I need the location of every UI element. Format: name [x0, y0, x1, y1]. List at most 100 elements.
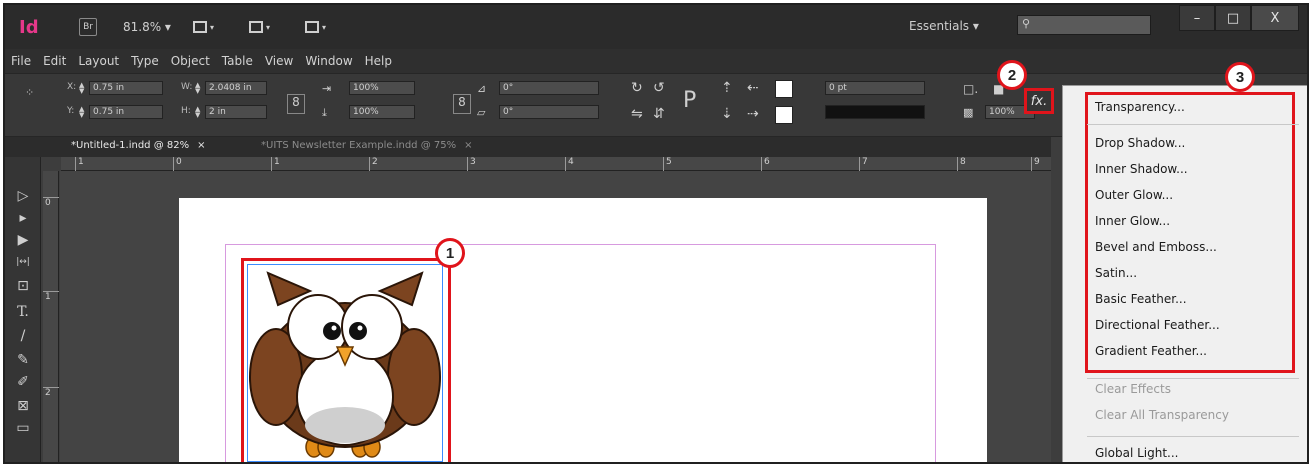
scale-x-field[interactable]: 100%: [349, 81, 415, 95]
tab-close-icon[interactable]: ×: [197, 140, 205, 151]
stroke-swatch-icon[interactable]: [775, 106, 793, 124]
scale-x-icon: ⇥: [322, 82, 332, 95]
effects-menu: Transparency... Drop Shadow... Inner Sha…: [1062, 85, 1307, 462]
constrain-proportions-icon[interactable]: 8: [287, 94, 305, 114]
rotation-field[interactable]: 0°: [499, 81, 599, 95]
gap-tool-icon[interactable]: |↔|: [14, 253, 32, 271]
type-tool-icon[interactable]: T.: [14, 303, 32, 321]
menu-item-satin[interactable]: Satin...: [1095, 266, 1137, 280]
window-controls: – □ X: [1179, 5, 1299, 31]
rectangle-frame-tool-icon[interactable]: ⊠: [14, 397, 32, 415]
reference-point-icon[interactable]: ⁘: [25, 86, 34, 99]
menu-item-basic-feather[interactable]: Basic Feather...: [1095, 292, 1187, 306]
selection-tool-icon[interactable]: ▷: [14, 187, 32, 205]
menu-item-gradient-feather[interactable]: Gradient Feather...: [1095, 344, 1207, 358]
menu-layout[interactable]: Layout: [78, 54, 119, 68]
x-spinner[interactable]: ▲ ▼: [79, 82, 87, 95]
content-collector-icon[interactable]: ⊡: [14, 277, 32, 295]
horizontal-ruler: 1 0 1 2 3 4 5 6 7 8 9: [61, 157, 1051, 171]
menu-object[interactable]: Object: [171, 54, 210, 68]
ruler-tick: 0: [173, 157, 182, 171]
shear-icon: ▱: [477, 106, 486, 119]
h-field[interactable]: 2 in: [205, 105, 267, 119]
ruler-tick: 5: [663, 157, 672, 171]
x-label: X:: [67, 82, 77, 92]
document-page[interactable]: 1: [179, 198, 987, 462]
w-field[interactable]: 2.0408 in: [205, 81, 267, 95]
rotate-icon: ⊿: [477, 82, 487, 95]
menu-item-inner-glow[interactable]: Inner Glow...: [1095, 214, 1170, 228]
rectangle-tool-icon[interactable]: ▭: [14, 419, 32, 437]
menu-table[interactable]: Table: [222, 54, 253, 68]
tab-close-icon[interactable]: ×: [464, 140, 472, 151]
search-input[interactable]: ⚲: [1017, 15, 1151, 35]
flip-vertical-icon[interactable]: ⇵: [653, 106, 665, 122]
menu-edit[interactable]: Edit: [43, 54, 66, 68]
y-field[interactable]: 0.75 in: [89, 105, 163, 119]
ruler-tick: 8: [957, 157, 966, 171]
select-previous-icon[interactable]: ⇠: [747, 80, 759, 96]
ruler-tick: 4: [565, 157, 574, 171]
menu-item-global-light[interactable]: Global Light...: [1095, 446, 1178, 460]
menu-divider: [1087, 124, 1299, 125]
select-container-icon[interactable]: ⇡: [721, 80, 733, 96]
constrain-scale-icon[interactable]: 8: [453, 94, 471, 114]
page-tool-icon[interactable]: ▶: [14, 231, 32, 249]
shear-field[interactable]: 0°: [499, 105, 599, 119]
p-reference-icon: P: [683, 88, 697, 113]
w-spinner[interactable]: ▲ ▼: [195, 82, 203, 95]
scale-y-field[interactable]: 100%: [349, 105, 415, 119]
h-spinner[interactable]: ▲ ▼: [195, 106, 203, 119]
menu-item-drop-shadow[interactable]: Drop Shadow...: [1095, 136, 1185, 150]
stroke-type-dropdown[interactable]: [825, 105, 925, 119]
direct-selection-tool-icon[interactable]: ▸: [14, 209, 32, 227]
rotate-cw-icon[interactable]: ↻: [631, 80, 643, 96]
arrange-documents-icon[interactable]: ▾: [304, 18, 339, 36]
indesign-window: Id Br 81.8% ▾ ▾ ▾ ▾ Essentials ▾ ⚲ – □ X…: [3, 3, 1309, 464]
pencil-tool-icon[interactable]: ✐: [14, 373, 32, 391]
y-spinner[interactable]: ▲ ▼: [79, 106, 87, 119]
menu-item-inner-shadow[interactable]: Inner Shadow...: [1095, 162, 1188, 176]
bridge-button[interactable]: Br: [79, 18, 97, 36]
menu-item-clear-all-transparency: Clear All Transparency: [1095, 408, 1229, 422]
fill-swatch-icon[interactable]: [775, 80, 793, 98]
menu-window[interactable]: Window: [305, 54, 352, 68]
stroke-weight-field[interactable]: 0 pt: [825, 81, 925, 95]
select-next-icon[interactable]: ⇢: [747, 106, 759, 122]
x-field[interactable]: 0.75 in: [89, 81, 163, 95]
pasteboard: 1: [60, 171, 1051, 462]
screen-mode-icon[interactable]: ▾: [248, 18, 283, 36]
ruler-tick: 1: [43, 291, 59, 302]
fx-effects-button[interactable]: fx.: [1024, 88, 1054, 114]
menu-item-bevel-emboss[interactable]: Bevel and Emboss...: [1095, 240, 1217, 254]
callout-3: 3: [1225, 62, 1255, 92]
menu-type[interactable]: Type: [131, 54, 159, 68]
scale-y-icon: ⤓: [322, 106, 327, 119]
menu-item-transparency[interactable]: Transparency...: [1095, 100, 1185, 114]
zoom-dropdown[interactable]: 81.8% ▾: [123, 20, 171, 34]
menu-view[interactable]: View: [265, 54, 293, 68]
view-options-icon[interactable]: ▾: [192, 18, 227, 36]
minimize-button[interactable]: –: [1179, 5, 1215, 31]
flip-horizontal-icon[interactable]: ⇋: [631, 106, 643, 122]
image-bounding-box[interactable]: [247, 264, 443, 462]
menu-item-outer-glow[interactable]: Outer Glow...: [1095, 188, 1173, 202]
menu-file[interactable]: File: [11, 54, 31, 68]
line-tool-icon[interactable]: /: [14, 327, 32, 345]
tab-untitled[interactable]: *Untitled-1.indd @ 82% ×: [71, 140, 206, 151]
tab-uits-newsletter[interactable]: *UITS Newsletter Example.indd @ 75% ×: [261, 140, 473, 151]
selected-image-frame[interactable]: [241, 258, 451, 462]
w-label: W:: [181, 82, 193, 92]
pen-tool-icon[interactable]: ✎: [14, 351, 32, 369]
maximize-button[interactable]: □: [1215, 5, 1251, 31]
menu-help[interactable]: Help: [365, 54, 392, 68]
rotate-ccw-icon[interactable]: ↺: [653, 80, 665, 96]
ruler-tick: 2: [369, 157, 378, 171]
select-content-icon[interactable]: ⇣: [721, 106, 733, 122]
workspace-switcher[interactable]: Essentials ▾: [909, 19, 979, 33]
ruler-tick: 1: [271, 157, 280, 171]
close-button[interactable]: X: [1251, 5, 1299, 31]
tab-label: *Untitled-1.indd @ 82%: [71, 140, 190, 151]
h-label: H:: [181, 106, 191, 116]
menu-item-directional-feather[interactable]: Directional Feather...: [1095, 318, 1220, 332]
